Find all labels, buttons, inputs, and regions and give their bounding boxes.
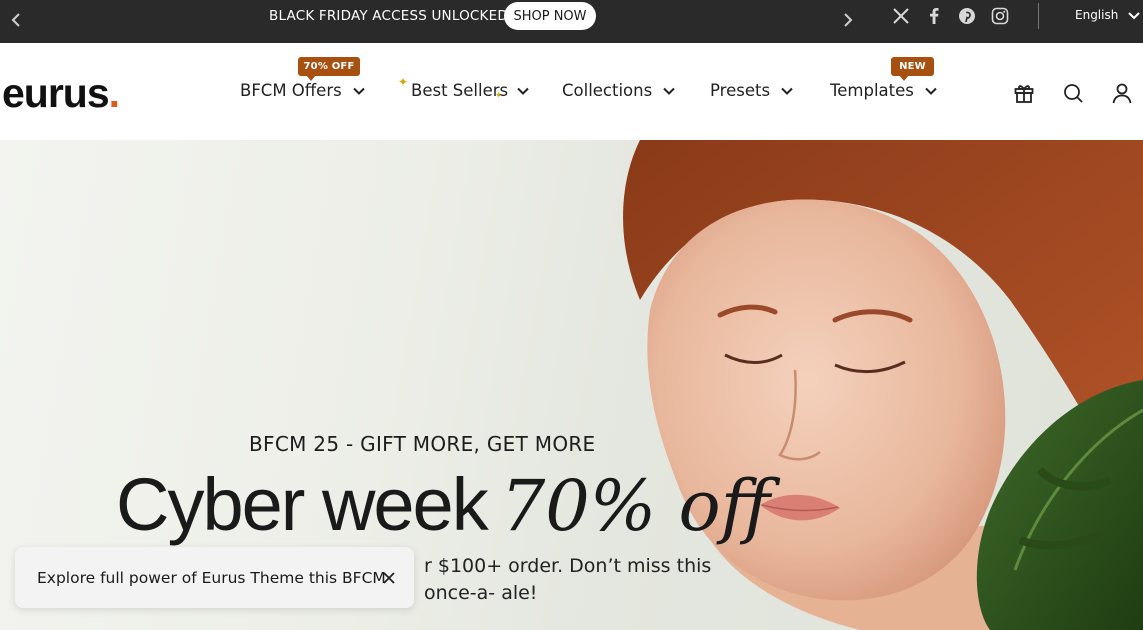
chevron-down-icon (781, 87, 793, 95)
site-header: eurus. 70% OFF BFCM Offers ✦ ✦ Best Sell… (0, 43, 1143, 140)
account-button[interactable] (1109, 80, 1135, 106)
hero-eyebrow: BFCM 25 - GIFT MORE, GET MORE (249, 432, 596, 456)
promo-toast: Explore full power of Eurus Theme this B… (15, 547, 414, 608)
language-selector[interactable]: English (1075, 6, 1141, 24)
chevron-down-icon (517, 87, 529, 95)
nav-label: Best Sellers (411, 81, 509, 100)
nav-label: BFCM Offers (240, 81, 342, 100)
nav-collections[interactable]: Collections (562, 80, 676, 102)
nav-label: Templates (830, 81, 914, 100)
topbar-divider (1038, 3, 1039, 29)
badge-new: NEW (891, 57, 934, 81)
facebook-link[interactable] (923, 5, 945, 27)
toast-message: Explore full power of Eurus Theme this B… (37, 569, 386, 587)
nav-label: Presets (710, 81, 771, 100)
logo[interactable]: eurus. (2, 70, 120, 116)
previous-announcement-button[interactable] (5, 8, 29, 32)
nav-templates[interactable]: Templates (830, 80, 938, 102)
pinterest-link[interactable] (956, 5, 978, 27)
search-button[interactable] (1060, 80, 1086, 106)
language-label: English (1075, 8, 1119, 22)
gift-button[interactable] (1011, 80, 1037, 106)
shop-now-button[interactable]: SHOP NOW (504, 2, 596, 30)
logo-dot: . (108, 70, 120, 116)
nav-bfcm-offers[interactable]: BFCM Offers (240, 80, 366, 102)
close-icon (383, 572, 395, 584)
headline-script: 70% off (500, 465, 771, 547)
logo-text: eurus (2, 70, 110, 116)
instagram-icon (991, 7, 1009, 25)
hero-headline: Cyber week 70% off (116, 460, 770, 551)
search-icon (1064, 84, 1083, 103)
nav-best-sellers[interactable]: Best Sellers (411, 80, 530, 102)
next-announcement-button[interactable] (835, 8, 859, 32)
chevron-down-icon (925, 87, 937, 95)
badge-70-off: 70% OFF (298, 57, 360, 81)
x-icon (893, 8, 909, 24)
nav-presets[interactable]: Presets (710, 80, 794, 102)
gift-icon (1014, 85, 1034, 103)
hero-description: r $100+ order. Don’t miss this once-a- a… (424, 555, 712, 604)
x-link[interactable] (890, 5, 912, 27)
chevron-down-icon (352, 87, 365, 95)
instagram-link[interactable] (989, 5, 1011, 27)
chevron-left-icon (11, 13, 20, 27)
chevron-right-icon (844, 13, 853, 27)
facebook-icon (930, 8, 939, 24)
announcement-bar: BLACK FRIDAY ACCESS UNLOCKED SHOP NOW En… (0, 0, 1143, 43)
chevron-down-icon (1128, 12, 1141, 20)
pinterest-icon (959, 8, 975, 24)
chevron-down-icon (663, 87, 675, 95)
headline-main: Cyber week (116, 463, 489, 546)
close-toast-button[interactable] (380, 569, 398, 587)
account-icon (1112, 83, 1132, 104)
announcement-text: BLACK FRIDAY ACCESS UNLOCKED (269, 8, 508, 24)
nav-label: Collections (562, 81, 653, 100)
sparkle-icon: ✦ (398, 75, 409, 89)
